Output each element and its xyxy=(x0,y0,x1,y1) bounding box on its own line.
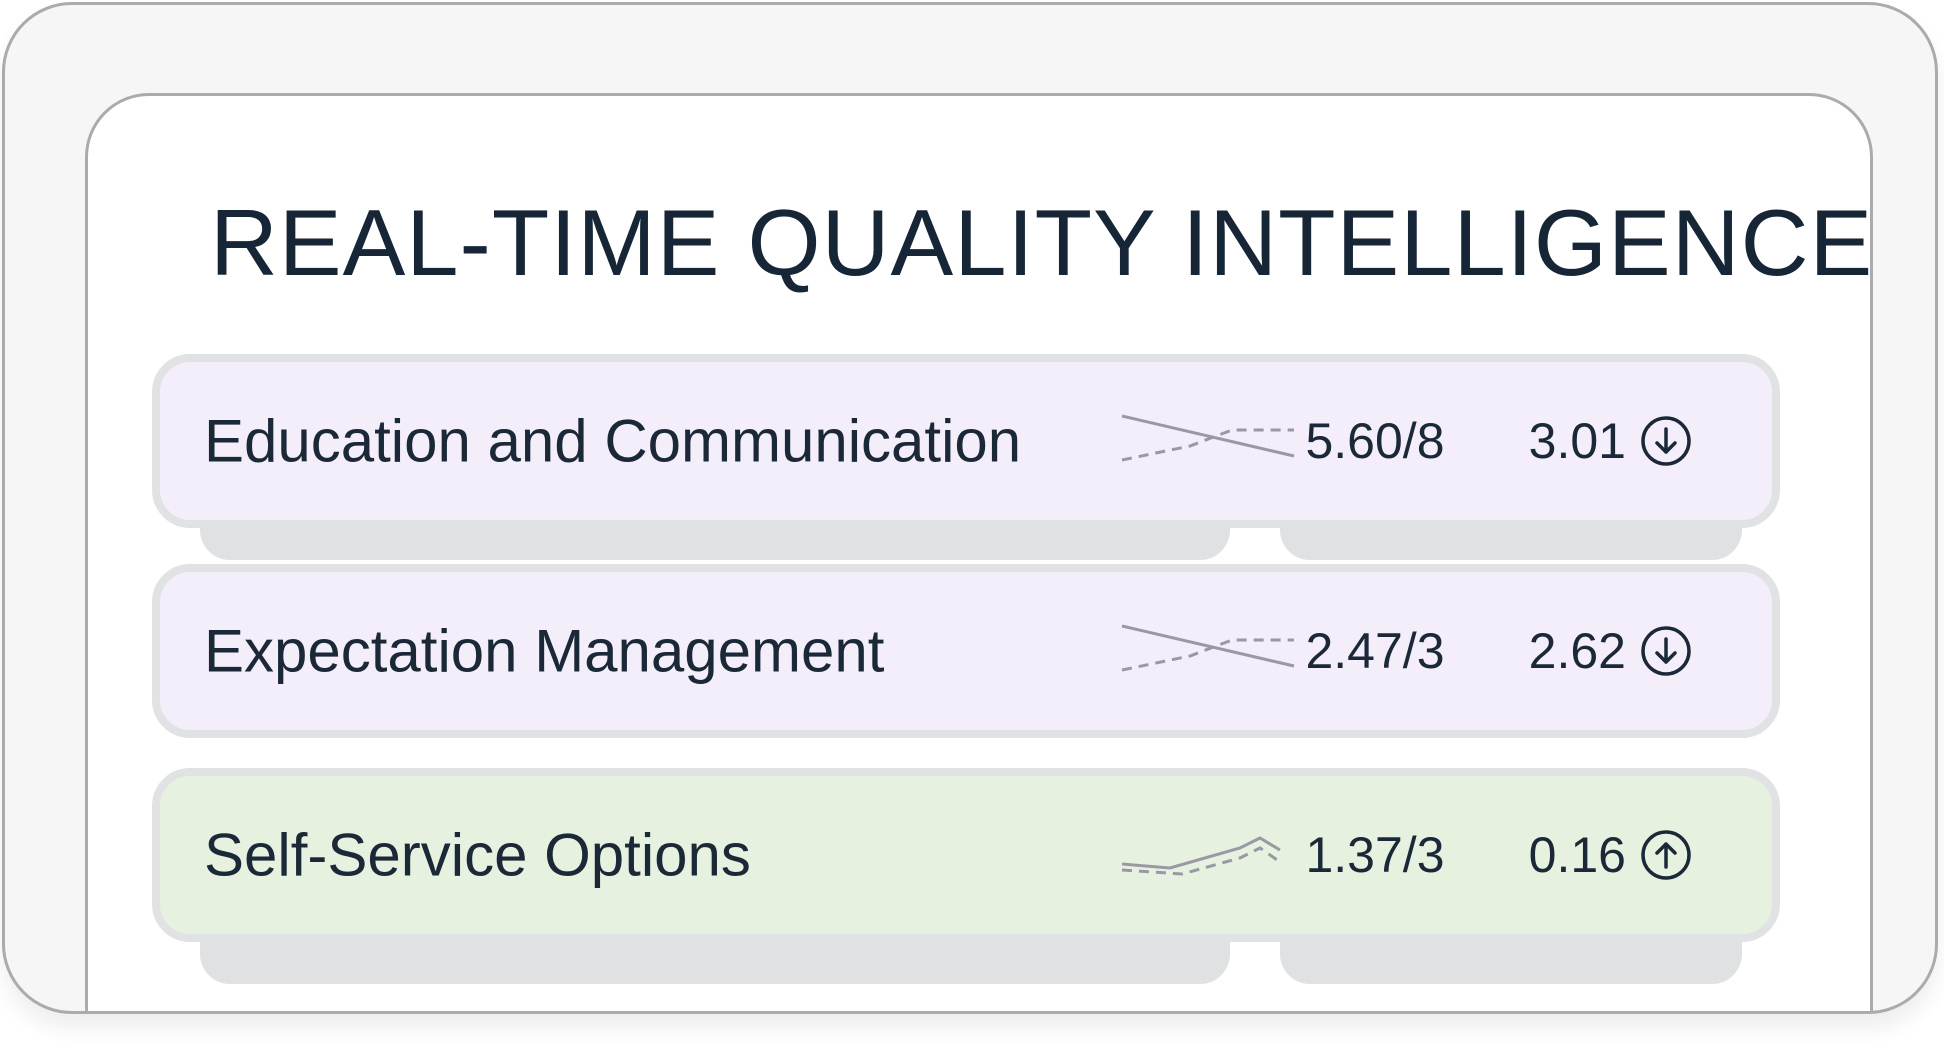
page-title: REAL-TIME QUALITY INTELLIGENCE xyxy=(210,190,1874,295)
arrow-down-circle-icon xyxy=(1641,416,1691,466)
trend-sparkline xyxy=(1121,836,1281,876)
metric-label: Self-Service Options xyxy=(204,821,751,889)
metric-delta: 0.16 xyxy=(1528,827,1626,883)
metric-delta: 3.01 xyxy=(1528,413,1626,469)
row-stack-shadow xyxy=(1280,936,1742,984)
metric-label: Expectation Management xyxy=(204,617,885,685)
metric-score: 1.37/3 xyxy=(1305,827,1445,883)
metric-row-expectation-management[interactable]: Expectation Management 2.47/3 2.62 xyxy=(152,564,1780,738)
trend-sparkline xyxy=(1121,414,1295,462)
row-stack-shadow xyxy=(200,524,1230,560)
metric-row-self-service-options[interactable]: Self-Service Options 1.37/3 0.16 xyxy=(152,768,1780,942)
arrow-up-circle-icon xyxy=(1641,830,1691,880)
row-stack-shadow xyxy=(200,936,1230,984)
quality-card: REAL-TIME QUALITY INTELLIGENCE Education… xyxy=(85,93,1874,1011)
arrow-down-circle-icon xyxy=(1641,626,1691,676)
metric-score: 2.47/3 xyxy=(1305,623,1445,679)
metric-label: Education and Communication xyxy=(204,407,1022,475)
outer-frame: REAL-TIME QUALITY INTELLIGENCE Education… xyxy=(2,2,1938,1014)
metric-score: 5.60/8 xyxy=(1305,413,1445,469)
row-stack-shadow xyxy=(1280,524,1742,560)
trend-sparkline xyxy=(1121,624,1295,672)
metric-row-education-communication[interactable]: Education and Communication 5.60/8 3.01 xyxy=(152,354,1780,528)
metric-delta: 2.62 xyxy=(1528,623,1626,679)
